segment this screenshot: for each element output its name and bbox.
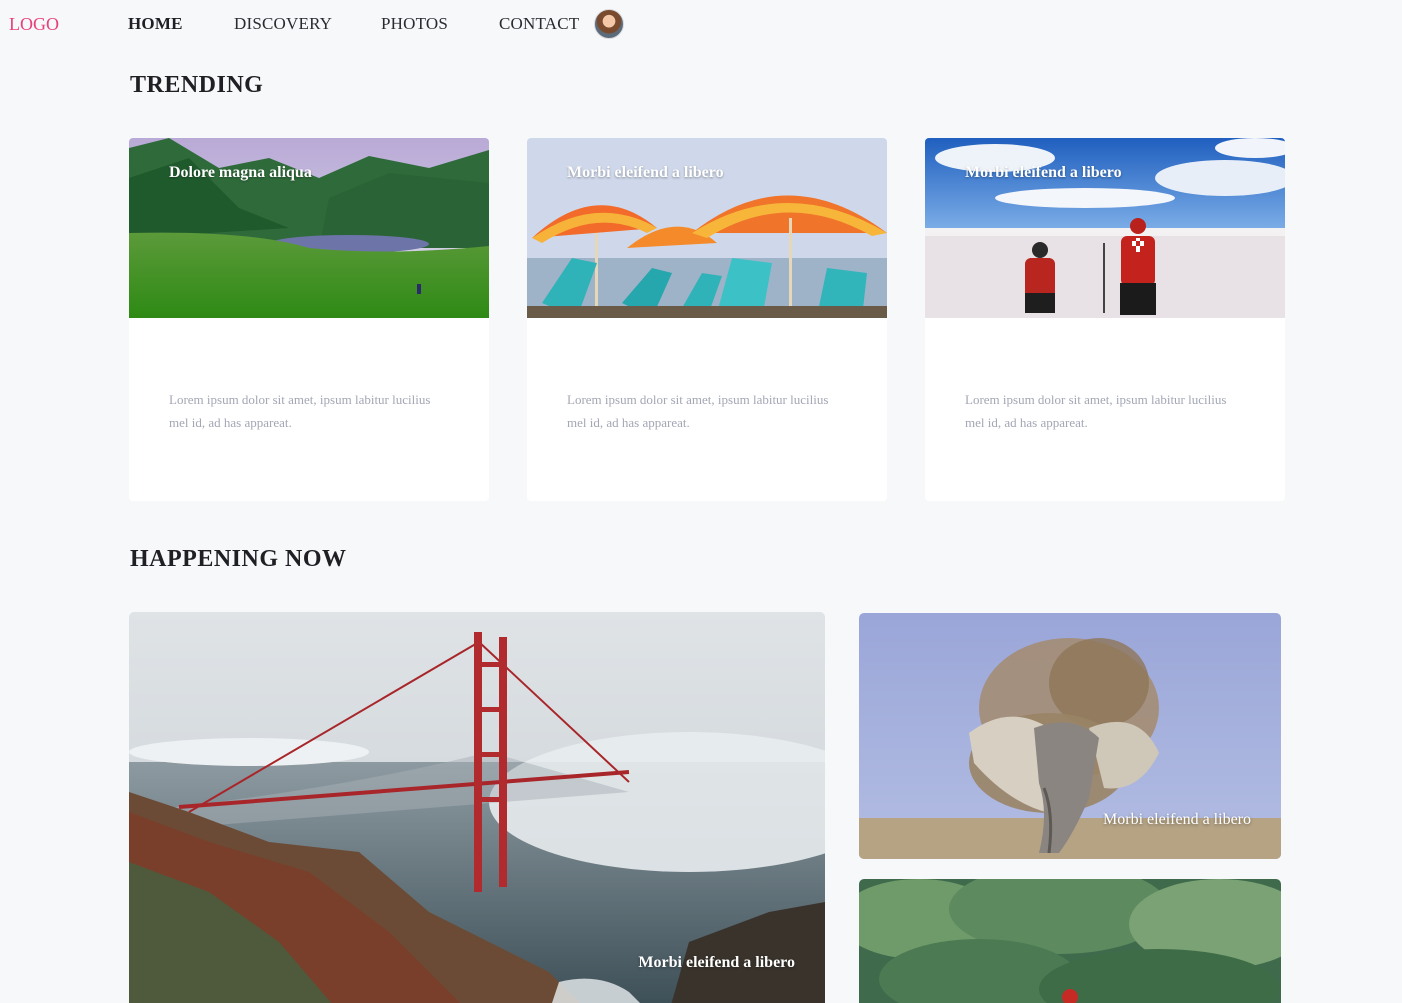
user-avatar[interactable]: [594, 9, 624, 39]
trending-card[interactable]: Morbi eleifend a libero Lorem ipsum dolo…: [527, 138, 887, 501]
tile-caption: Morbi eleifend a libero: [1103, 811, 1251, 828]
nav-home[interactable]: HOME: [128, 14, 183, 34]
beach-umbrellas-image: Morbi eleifend a libero: [527, 138, 887, 318]
nav-contact[interactable]: CONTACT: [499, 14, 579, 34]
card-description: Lorem ipsum dolor sit amet, ipsum labitu…: [567, 392, 829, 430]
happening-heading: HAPPENING NOW: [130, 546, 347, 572]
trending-heading: TRENDING: [130, 72, 264, 98]
golden-gate-bridge-image: [129, 612, 825, 1003]
forest-tile[interactable]: [859, 879, 1281, 1003]
forest-image: [859, 879, 1281, 1003]
card-title: Dolore magna aliqua: [169, 164, 312, 181]
mountain-lake-image: Dolore magna aliqua: [129, 138, 489, 318]
card-description: Lorem ipsum dolor sit amet, ipsum labitu…: [965, 392, 1227, 430]
card-description: Lorem ipsum dolor sit amet, ipsum labitu…: [169, 392, 431, 430]
logo-link[interactable]: LOGO: [9, 14, 59, 35]
bridge-tile[interactable]: Morbi eleifend a libero: [129, 612, 825, 1003]
elephant-tile[interactable]: Morbi eleifend a libero: [859, 613, 1281, 859]
tile-caption: Morbi eleifend a libero: [638, 954, 795, 971]
nav-photos[interactable]: PHOTOS: [381, 14, 448, 34]
card-title: Morbi eleifend a libero: [965, 164, 1122, 181]
nav-discovery[interactable]: DISCOVERY: [234, 14, 332, 34]
trending-card[interactable]: Morbi eleifend a libero Lorem ipsum dolo…: [925, 138, 1285, 501]
card-title: Morbi eleifend a libero: [567, 164, 724, 181]
trending-card[interactable]: Dolore magna aliqua Lorem ipsum dolor si…: [129, 138, 489, 501]
snow-rescue-image: Morbi eleifend a libero: [925, 138, 1285, 318]
